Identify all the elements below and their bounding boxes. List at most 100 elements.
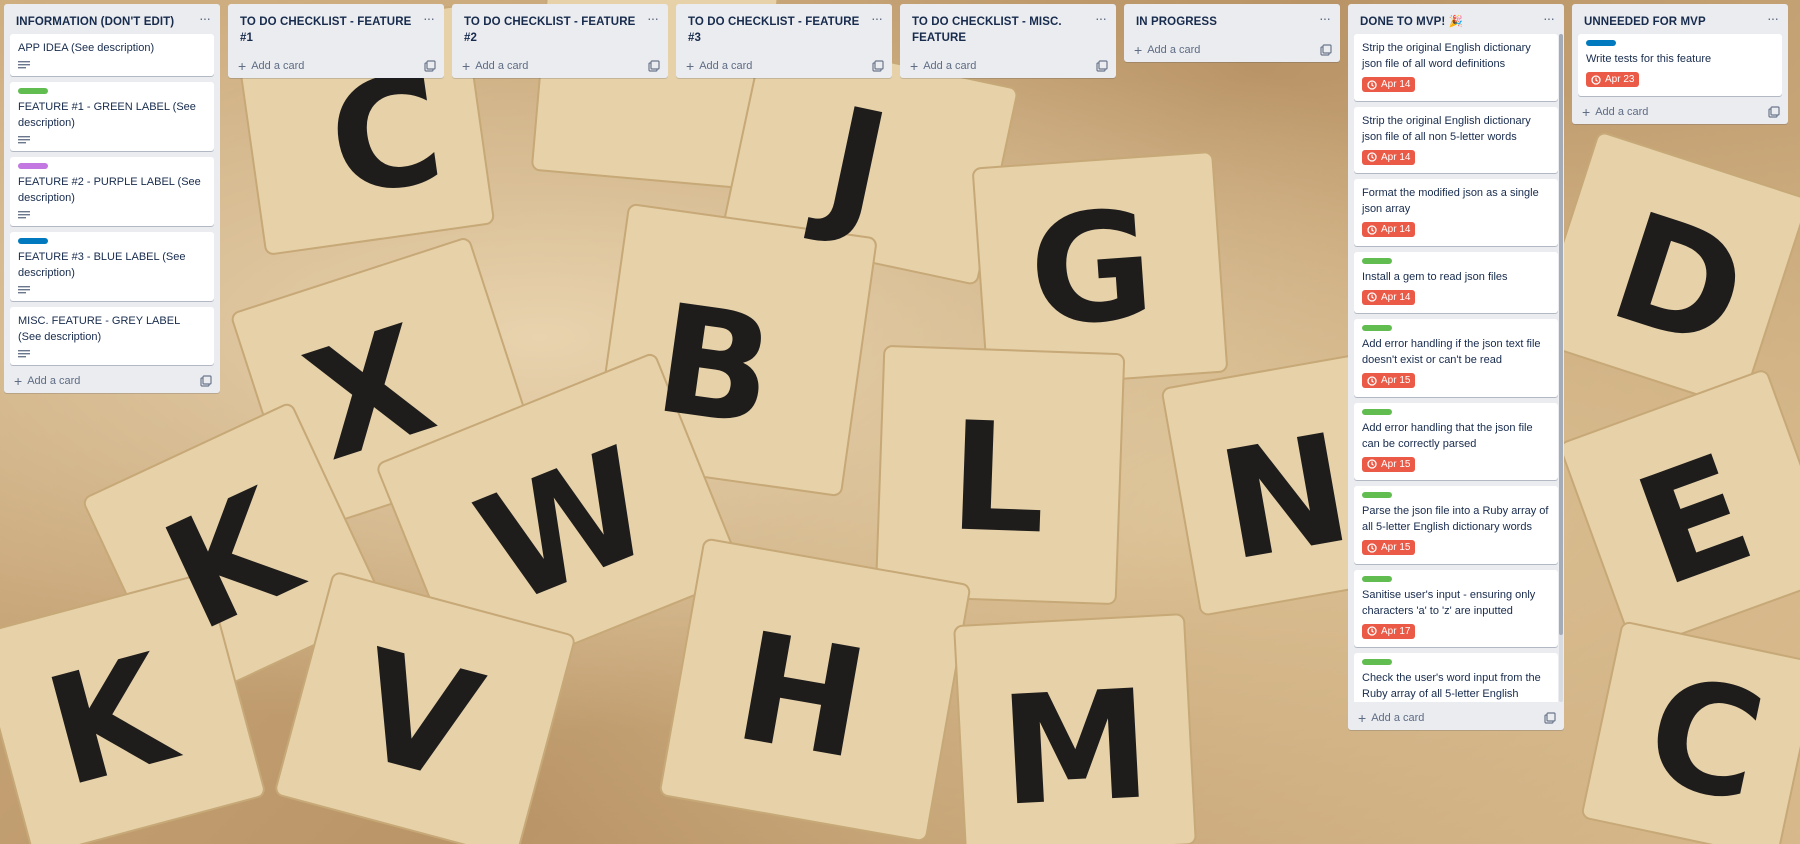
card[interactable]: Format the modified json as a single jso… [1354,179,1558,246]
template-icon[interactable] [1096,60,1108,72]
add-card-label: Add a card [251,60,305,72]
add-card-button[interactable]: + Add a card [238,58,305,74]
list-title[interactable]: UNNEEDED FOR MVP [1584,12,1706,30]
list-header: DONE TO MVP! 🎉 ··· [1348,4,1564,34]
card-list: Write tests for this feature Apr 23 [1572,34,1788,96]
due-date-text: Apr 23 [1605,74,1635,85]
card[interactable]: Add error handling if the json text file… [1354,319,1558,397]
add-card-button[interactable]: + Add a card [462,59,529,73]
template-icon[interactable] [1768,105,1780,118]
list-2: TO DO CHECKLIST - FEATURE #2 ··· + Add a ca… [452,4,668,78]
ellipsis-icon[interactable]: ··· [1093,11,1108,25]
ellipsis-icon[interactable]: ··· [645,11,660,25]
card[interactable]: Strip the original English dictionary js… [1354,106,1558,173]
due-date-badge[interactable]: Apr 17 [1362,623,1416,639]
due-date-text: Apr 15 [1381,375,1411,386]
add-card-button[interactable]: + Add a card [910,59,976,73]
ellipsis-icon[interactable]: ··· [421,11,436,25]
list-footer: + Add a card [900,54,1116,78]
due-date-badge[interactable]: Apr 14 [1362,222,1416,237]
card[interactable]: Check the user's word input from the Rub… [1354,653,1558,702]
list-title[interactable]: INFORMATION (DON'T EDIT) [16,12,174,30]
card-title: Parse the json file into a Ruby array of… [1362,505,1549,533]
card-list: APP IDEA (See description) FEATURE #1 - G… [4,34,220,365]
card[interactable]: Parse the json file into a Ruby array of… [1354,486,1558,564]
plus-icon: + [1358,710,1367,726]
card[interactable]: MISC. FEATURE - GREY LABEL (See descript… [10,307,214,365]
card-label-green[interactable] [1362,659,1392,665]
add-card-button[interactable]: + Add a card [1358,710,1424,726]
card-scroll-area[interactable]: Strip the original English dictionary js… [1348,34,1564,702]
card-label-purple[interactable] [18,163,48,169]
template-icon[interactable] [424,60,436,72]
list-footer: + Add a card [676,54,892,78]
add-card-label: Add a card [475,60,529,72]
scrollbar-thumb[interactable] [1559,34,1563,636]
add-card-button[interactable]: + Add a card [1134,42,1200,58]
add-card-button[interactable]: + Add a card [686,58,753,74]
add-card-button[interactable]: + Add a card [1582,105,1648,119]
list-title[interactable]: DONE TO MVP! 🎉 [1360,12,1463,30]
card[interactable]: APP IDEA (See description) [10,34,214,76]
due-date-text: Apr 15 [1381,542,1411,553]
ellipsis-icon[interactable]: ··· [1765,11,1780,25]
due-date-badge[interactable]: Apr 15 [1362,540,1416,555]
due-date-badge[interactable]: Apr 14 [1362,77,1416,92]
card-label-green[interactable] [18,88,48,94]
add-card-label: Add a card [699,60,753,72]
plus-icon: + [686,58,695,74]
template-icon[interactable] [648,60,660,72]
card-label-blue[interactable] [1586,40,1616,46]
description-icon [18,350,30,358]
ellipsis-icon[interactable]: ··· [869,11,884,25]
due-date-badge[interactable]: Apr 14 [1362,149,1416,165]
list-title[interactable]: TO DO CHECKLIST - MISC. FEATURE [912,12,1093,46]
clock-icon [1367,79,1377,90]
card[interactable]: Strip the original English dictionary js… [1354,34,1558,101]
add-card-button[interactable]: + Add a card [14,373,80,389]
card[interactable]: Add error handling that the json file ca… [1354,402,1558,480]
list-header: TO DO CHECKLIST - FEATURE #2 ··· [452,4,668,50]
list-footer: + Add a card [228,54,444,78]
card[interactable]: FEATURE #1 - GREEN LABEL (See descriptio… [10,82,214,151]
template-icon[interactable] [872,60,884,72]
plus-icon: + [1134,42,1143,58]
list-header: INFORMATION (DON'T EDIT) ··· [4,4,220,34]
list-5: IN PROGRESS ··· + Add a card [1124,4,1340,62]
plus-icon: + [14,373,23,389]
ellipsis-icon[interactable]: ··· [197,11,212,25]
card-title: FEATURE #3 - BLUE LABEL (See description… [18,251,186,279]
list-title[interactable]: TO DO CHECKLIST - FEATURE #3 [688,12,869,46]
due-date-badge[interactable]: Apr 15 [1362,373,1416,388]
due-date-badge[interactable]: Apr 14 [1362,289,1416,305]
ellipsis-icon[interactable]: ··· [1541,11,1556,25]
list-footer: + Add a card [1572,100,1788,124]
card[interactable]: Sanitise user's input - ensuring only ch… [1354,569,1558,647]
card[interactable]: FEATURE #2 - PURPLE LABEL (See descripti… [10,157,214,226]
list-3: TO DO CHECKLIST - FEATURE #3 ··· + Add a ca… [676,4,892,78]
list-title[interactable]: IN PROGRESS [1136,12,1217,30]
card[interactable]: Write tests for this feature Apr 23 [1578,34,1782,96]
card-label-green[interactable] [1362,492,1392,498]
plus-icon: + [238,58,247,74]
board: INFORMATION (DON'T EDIT) ··· APP IDEA (See… [4,4,1788,730]
card-title: Add error handling if the json text file… [1362,338,1541,366]
ellipsis-icon[interactable]: ··· [1317,11,1332,25]
card-label-blue[interactable] [18,238,48,244]
card-title: Format the modified json as a single jso… [1362,187,1539,215]
card[interactable]: Install a gem to read json files Apr 14 [1354,251,1558,313]
card-label-green[interactable] [1362,408,1392,415]
card-label-green[interactable] [1362,257,1392,264]
due-date-badge[interactable]: Apr 15 [1362,456,1416,472]
list-title[interactable]: TO DO CHECKLIST - FEATURE #2 [464,12,645,46]
due-date-badge[interactable]: Apr 23 [1586,72,1640,87]
card-label-green[interactable] [1362,575,1392,582]
list-1: TO DO CHECKLIST - FEATURE #1 ··· + Add a ca… [228,4,444,78]
template-icon[interactable] [1544,712,1556,724]
list-title[interactable]: TO DO CHECKLIST - FEATURE #1 [240,12,421,46]
card-label-green[interactable] [1362,325,1392,331]
template-icon[interactable] [200,375,212,387]
card[interactable]: FEATURE #3 - BLUE LABEL (See description… [10,232,214,301]
template-icon[interactable] [1320,44,1332,56]
list-4: TO DO CHECKLIST - MISC. FEATURE ··· + Add a… [900,4,1116,78]
